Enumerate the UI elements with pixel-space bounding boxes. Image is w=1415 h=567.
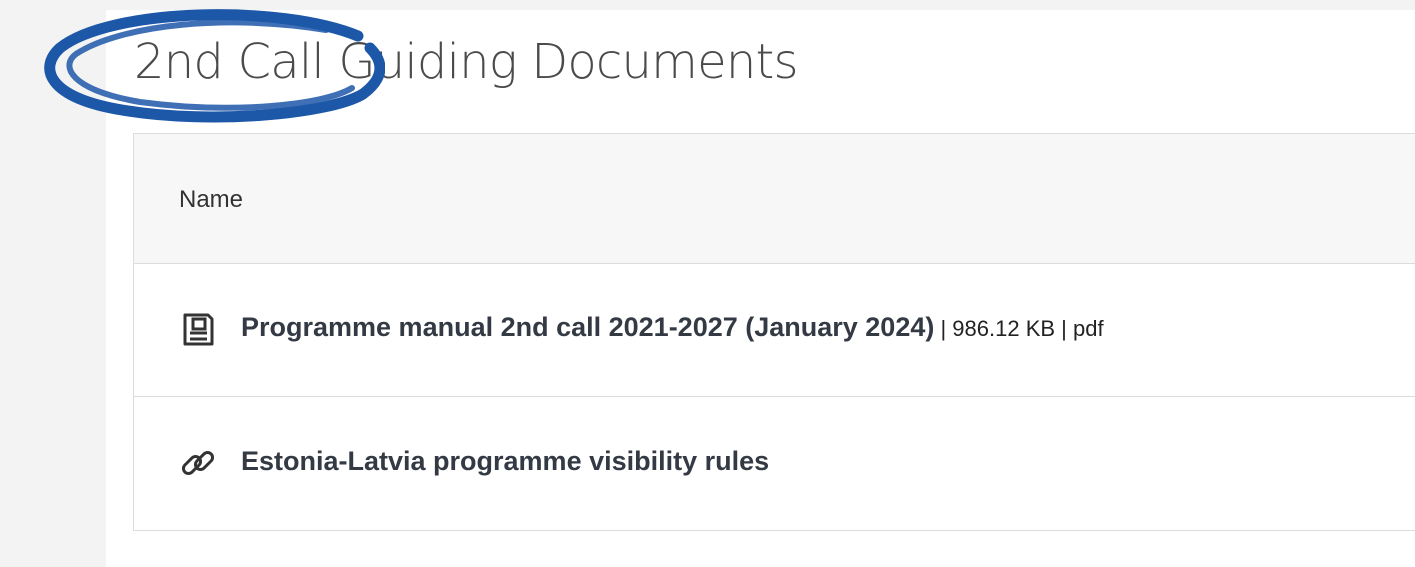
- link-icon: [181, 450, 215, 476]
- table-row: Programme manual 2nd call 2021-2027 (Jan…: [134, 264, 1415, 397]
- file-meta: | 986.12 KB | pdf: [934, 316, 1104, 341]
- programme-manual-link[interactable]: Programme manual 2nd call 2021-2027 (Jan…: [241, 312, 934, 342]
- table-row: Estonia-Latvia programme visibility rule…: [134, 397, 1415, 530]
- name-column-header: Name: [179, 186, 244, 213]
- page-title: 2nd Call Guiding Documents: [134, 34, 798, 90]
- table-header: Name: [134, 134, 1415, 264]
- document-icon: [183, 313, 214, 346]
- documents-table: Name Programme manual 2nd call 2021-2027…: [133, 133, 1415, 531]
- visibility-rules-link[interactable]: Estonia-Latvia programme visibility rule…: [241, 446, 769, 476]
